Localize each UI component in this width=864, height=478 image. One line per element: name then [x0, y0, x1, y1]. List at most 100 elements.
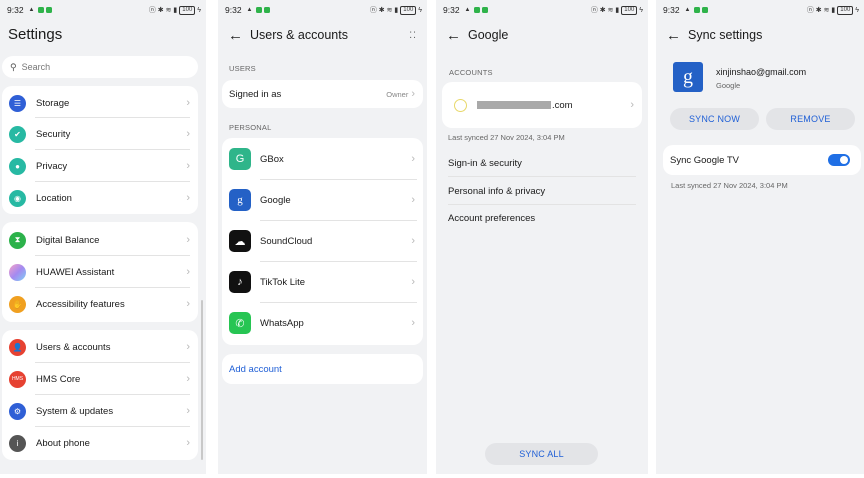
- signed-in-row[interactable]: Signed in as Owner ›: [222, 80, 423, 108]
- menu-personal-info-privacy[interactable]: Personal info & privacy: [448, 186, 545, 197]
- notification-icon: [481, 7, 488, 13]
- redacted-email: [477, 101, 551, 109]
- notification-icon: [255, 7, 262, 13]
- signed-in-label: Signed in as: [229, 88, 282, 100]
- settings-item-location[interactable]: ◉ Location ›: [2, 188, 198, 208]
- sync-item-google-tv[interactable]: Sync Google TV: [663, 145, 861, 175]
- info-icon: i: [9, 434, 26, 452]
- page-title: Settings: [8, 26, 63, 43]
- settings-item-privacy[interactable]: ● Privacy ›: [2, 156, 198, 176]
- account-item-whatsapp[interactable]: ✆ WhatsApp ›: [222, 311, 423, 335]
- status-time: 9:32: [225, 5, 242, 15]
- account-item-tiktok-lite[interactable]: ♪ TikTok Lite ›: [222, 270, 423, 294]
- section-label-personal: PERSONAL: [229, 123, 272, 132]
- assistant-icon: [9, 263, 26, 281]
- chevron-right-icon: ›: [411, 153, 415, 165]
- last-synced-text: Last synced 27 Nov 2024, 3:04 PM: [671, 181, 788, 190]
- whatsapp-icon: ✆: [229, 312, 251, 334]
- status-icons: ⓝ ✱ ≋ ▮ 100 ϟ: [590, 5, 643, 15]
- sync-now-button[interactable]: SYNC NOW: [670, 108, 759, 130]
- settings-item-storage[interactable]: ☰ Storage ›: [2, 93, 198, 113]
- privacy-icon: ●: [9, 157, 26, 175]
- settings-item-label: Users & accounts: [36, 341, 111, 353]
- users-accounts-screen: 9:32 ▲ ⓝ ✱ ≋ ▮ 100 ϟ ← Users & accounts ⁚…: [218, 0, 427, 474]
- chevron-right-icon: ›: [186, 373, 190, 385]
- shield-icon: ✔: [9, 125, 26, 143]
- settings-item-label: Storage: [36, 97, 70, 109]
- add-account-button[interactable]: Add account: [222, 354, 423, 384]
- settings-item-digital-balance[interactable]: ⧗ Digital Balance ›: [2, 230, 198, 250]
- location-icon: ◉: [9, 189, 26, 207]
- chevron-right-icon: ›: [186, 405, 190, 417]
- settings-item-label: Security: [36, 128, 71, 140]
- account-item-google[interactable]: g Google ›: [222, 188, 423, 212]
- settings-item-label: HMS Core: [36, 373, 81, 385]
- notification-icon: [263, 7, 270, 13]
- settings-item-accessibility[interactable]: ✋ Accessibility features ›: [2, 294, 198, 314]
- page-title: Sync settings: [688, 28, 763, 42]
- status-icons: ⓝ ✱ ≋ ▮ 100 ϟ: [369, 5, 422, 15]
- hourglass-icon: ⧗: [9, 231, 26, 249]
- settings-item-label: System & updates: [36, 405, 114, 417]
- section-label-accounts: ACCOUNTS: [449, 68, 493, 77]
- account-avatar-icon: [454, 98, 467, 112]
- settings-item-security[interactable]: ✔ Security ›: [2, 124, 198, 144]
- sync-settings-screen: 9:32 ▲ ⓝ ✱ ≋ ▮ 100 ϟ ← Sync settings g xi…: [656, 0, 864, 474]
- settings-group-device: ☰ Storage › ✔ Security › ● Privacy › ◉ L…: [2, 86, 198, 214]
- sync-toggle[interactable]: [828, 154, 850, 166]
- chevron-right-icon: ›: [186, 128, 190, 140]
- more-options-icon[interactable]: ⁚⁚: [409, 31, 417, 40]
- back-arrow-icon[interactable]: ←: [666, 27, 688, 44]
- account-item-label: SoundCloud: [260, 235, 313, 247]
- account-email: xinjinshao@gmail.com: [716, 67, 807, 77]
- settings-item-label: HUAWEI Assistant: [36, 266, 115, 278]
- settings-item-system-updates[interactable]: ⚙ System & updates ›: [2, 401, 198, 421]
- settings-item-label: Accessibility features: [36, 298, 125, 310]
- page-title: Google: [468, 28, 509, 42]
- menu-sign-in-security[interactable]: Sign-in & security: [448, 158, 522, 169]
- add-account-label: Add account: [229, 363, 282, 375]
- chevron-right-icon: ›: [186, 192, 190, 204]
- notification-icon: [693, 7, 700, 13]
- chevron-right-icon: ›: [630, 99, 634, 111]
- settings-item-label: About phone: [36, 437, 90, 449]
- battery-icon: 100: [179, 5, 196, 15]
- chevron-right-icon: ›: [186, 341, 190, 353]
- notification-icon: [701, 7, 708, 13]
- back-arrow-icon[interactable]: ←: [228, 27, 250, 44]
- remove-button[interactable]: REMOVE: [766, 108, 855, 130]
- battery-icon: 100: [837, 5, 854, 15]
- settings-item-hms-core[interactable]: HMS HMS Core ›: [2, 369, 198, 389]
- account-item-gbox[interactable]: G GBox ›: [222, 147, 423, 171]
- menu-account-preferences[interactable]: Account preferences: [448, 213, 535, 224]
- account-provider: Google: [716, 81, 741, 90]
- status-time: 9:32: [663, 5, 680, 15]
- settings-item-label: Location: [36, 192, 72, 204]
- settings-item-users-accounts[interactable]: 👤 Users & accounts ›: [2, 337, 198, 357]
- chevron-right-icon: ›: [411, 88, 415, 100]
- hand-icon: ✋: [9, 295, 26, 313]
- account-item-soundcloud[interactable]: ☁ SoundCloud ›: [222, 229, 423, 253]
- settings-item-about-phone[interactable]: i About phone ›: [2, 433, 198, 453]
- user-icon: 👤: [9, 338, 26, 356]
- chevron-right-icon: ›: [411, 276, 415, 288]
- scrollbar[interactable]: [201, 300, 203, 460]
- settings-item-label: Privacy: [36, 160, 68, 172]
- search-icon: ⚲: [10, 61, 17, 72]
- sync-item-label: Sync Google TV: [670, 154, 740, 166]
- google-account-row[interactable]: .com ›: [442, 82, 642, 128]
- battery-icon: 100: [400, 5, 417, 15]
- hms-icon: HMS: [9, 370, 26, 388]
- personal-accounts-list: G GBox › g Google › ☁ SoundCloud › ♪ Tik…: [222, 138, 423, 345]
- settings-item-label: Digital Balance: [36, 234, 100, 246]
- status-time: 9:32: [7, 5, 24, 15]
- back-arrow-icon[interactable]: ←: [446, 27, 468, 44]
- account-item-label: WhatsApp: [260, 317, 304, 329]
- search-input[interactable]: ⚲ Search: [2, 56, 198, 78]
- storage-icon: ☰: [9, 94, 26, 112]
- last-synced-text: Last synced 27 Nov 2024, 3:04 PM: [448, 133, 565, 142]
- chevron-right-icon: ›: [411, 194, 415, 206]
- settings-item-huawei-assistant[interactable]: HUAWEI Assistant ›: [2, 262, 198, 282]
- sync-all-button[interactable]: SYNC ALL: [485, 443, 598, 465]
- status-time: 9:32: [443, 5, 460, 15]
